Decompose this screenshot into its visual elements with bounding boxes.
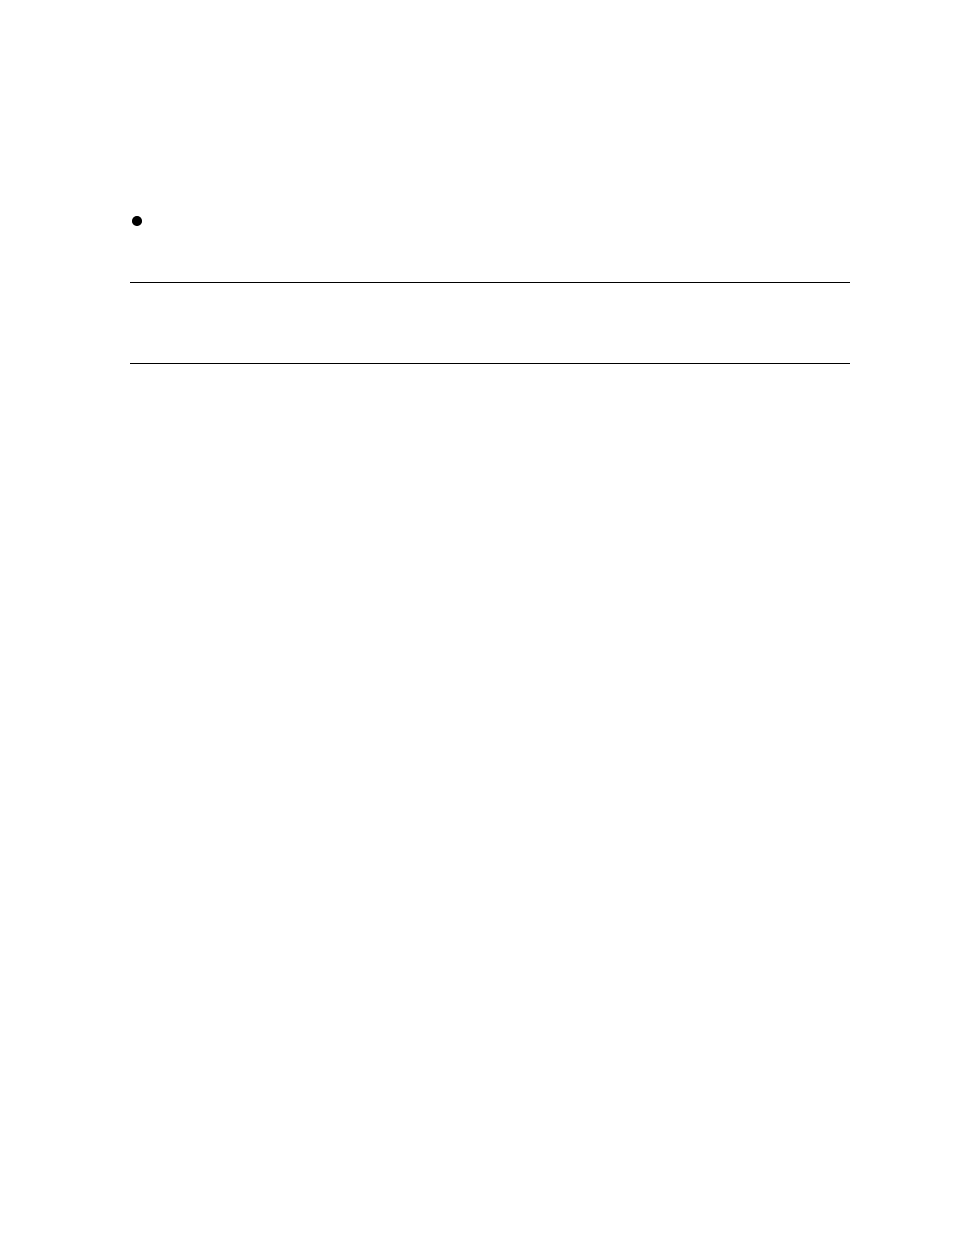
divider: [130, 282, 850, 283]
divider: [130, 363, 850, 364]
